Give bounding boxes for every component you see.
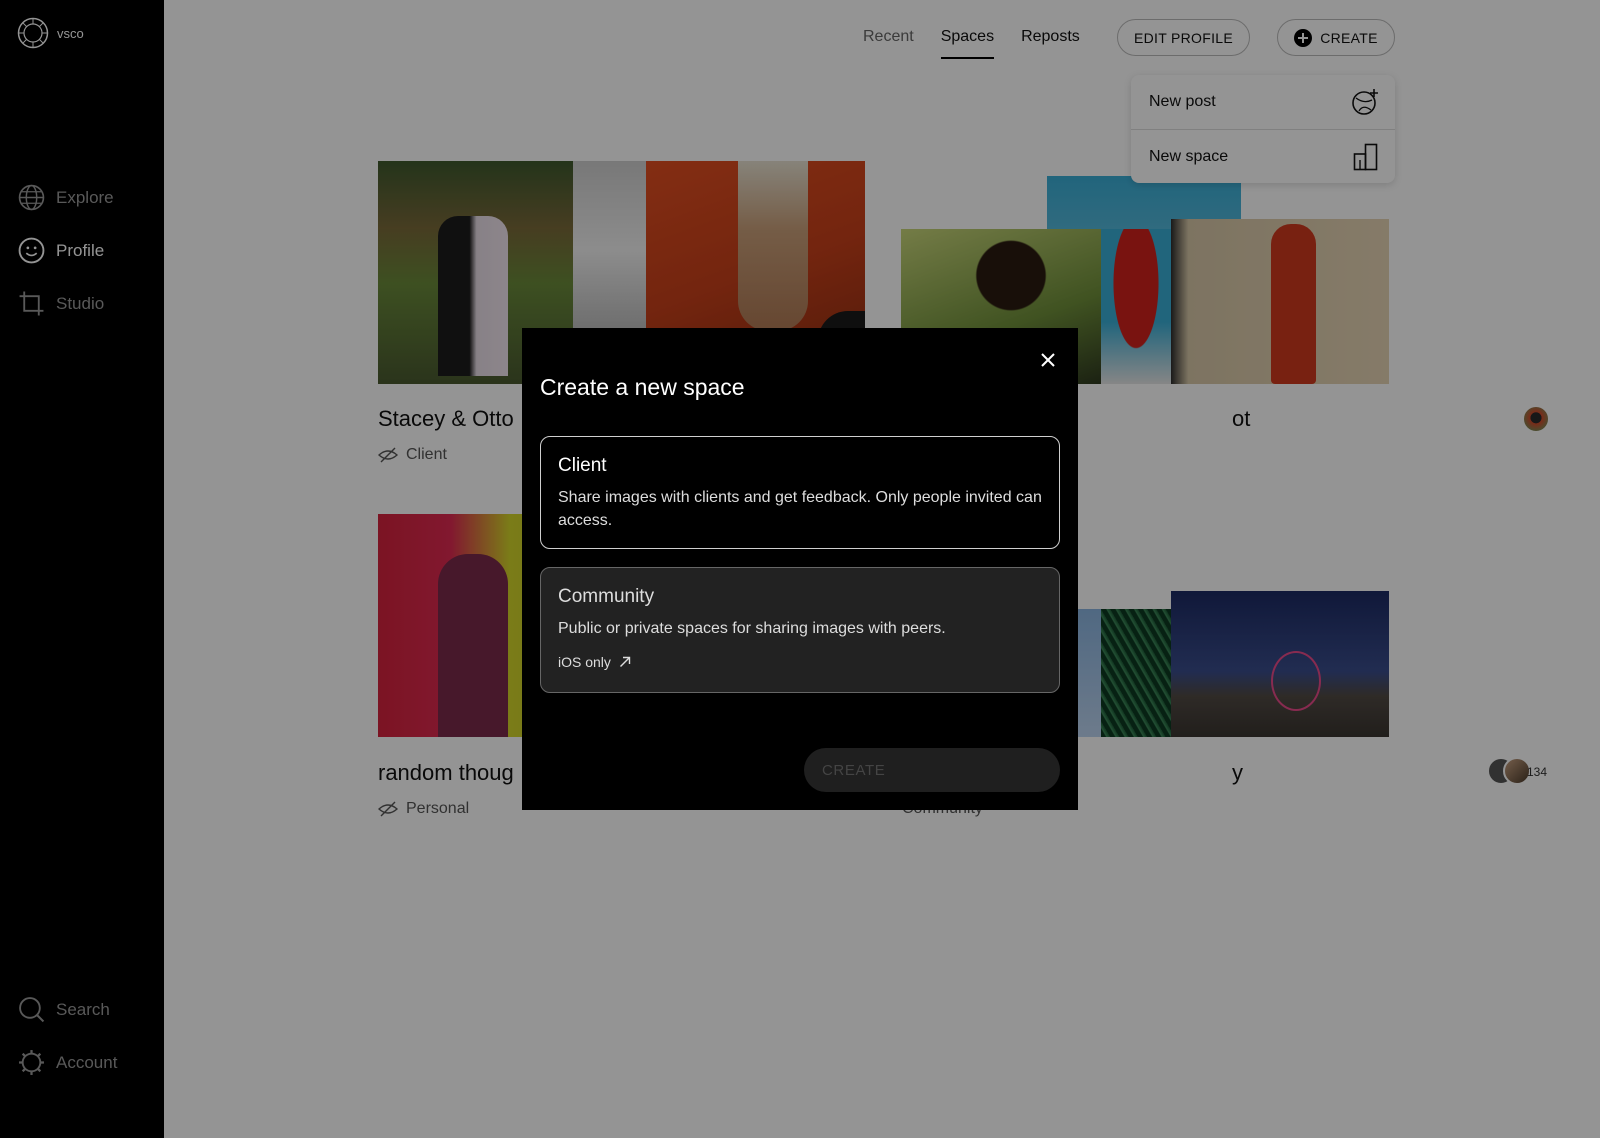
option-community[interactable]: Community Public or private spaces for s… xyxy=(540,567,1060,693)
modal-create-button[interactable]: CREATE xyxy=(804,748,1060,792)
option-title: Client xyxy=(558,455,607,476)
menu-item-new-space[interactable]: New space xyxy=(1131,129,1395,183)
menu-item-new-post[interactable]: New post xyxy=(1131,75,1395,129)
external-link-arrow-icon xyxy=(619,656,631,667)
ios-only-label: iOS only xyxy=(558,654,611,670)
menu-item-label: New space xyxy=(1149,147,1229,165)
menu-item-label: New post xyxy=(1149,93,1216,110)
ios-only-link[interactable]: iOS only xyxy=(558,654,1042,670)
new-post-icon xyxy=(1352,89,1378,115)
create-space-modal: Create a new space Client Share images w… xyxy=(522,328,1078,810)
option-description: Public or private spaces for sharing ima… xyxy=(558,620,946,637)
option-title: Community xyxy=(558,586,655,607)
close-icon[interactable] xyxy=(1038,350,1058,370)
modal-title: Create a new space xyxy=(540,374,745,400)
option-client[interactable]: Client Share images with clients and get… xyxy=(540,436,1060,549)
option-description: Share images with clients and get feedba… xyxy=(558,489,1042,529)
create-menu: New post New space xyxy=(1131,75,1395,183)
new-space-icon xyxy=(1353,143,1378,170)
